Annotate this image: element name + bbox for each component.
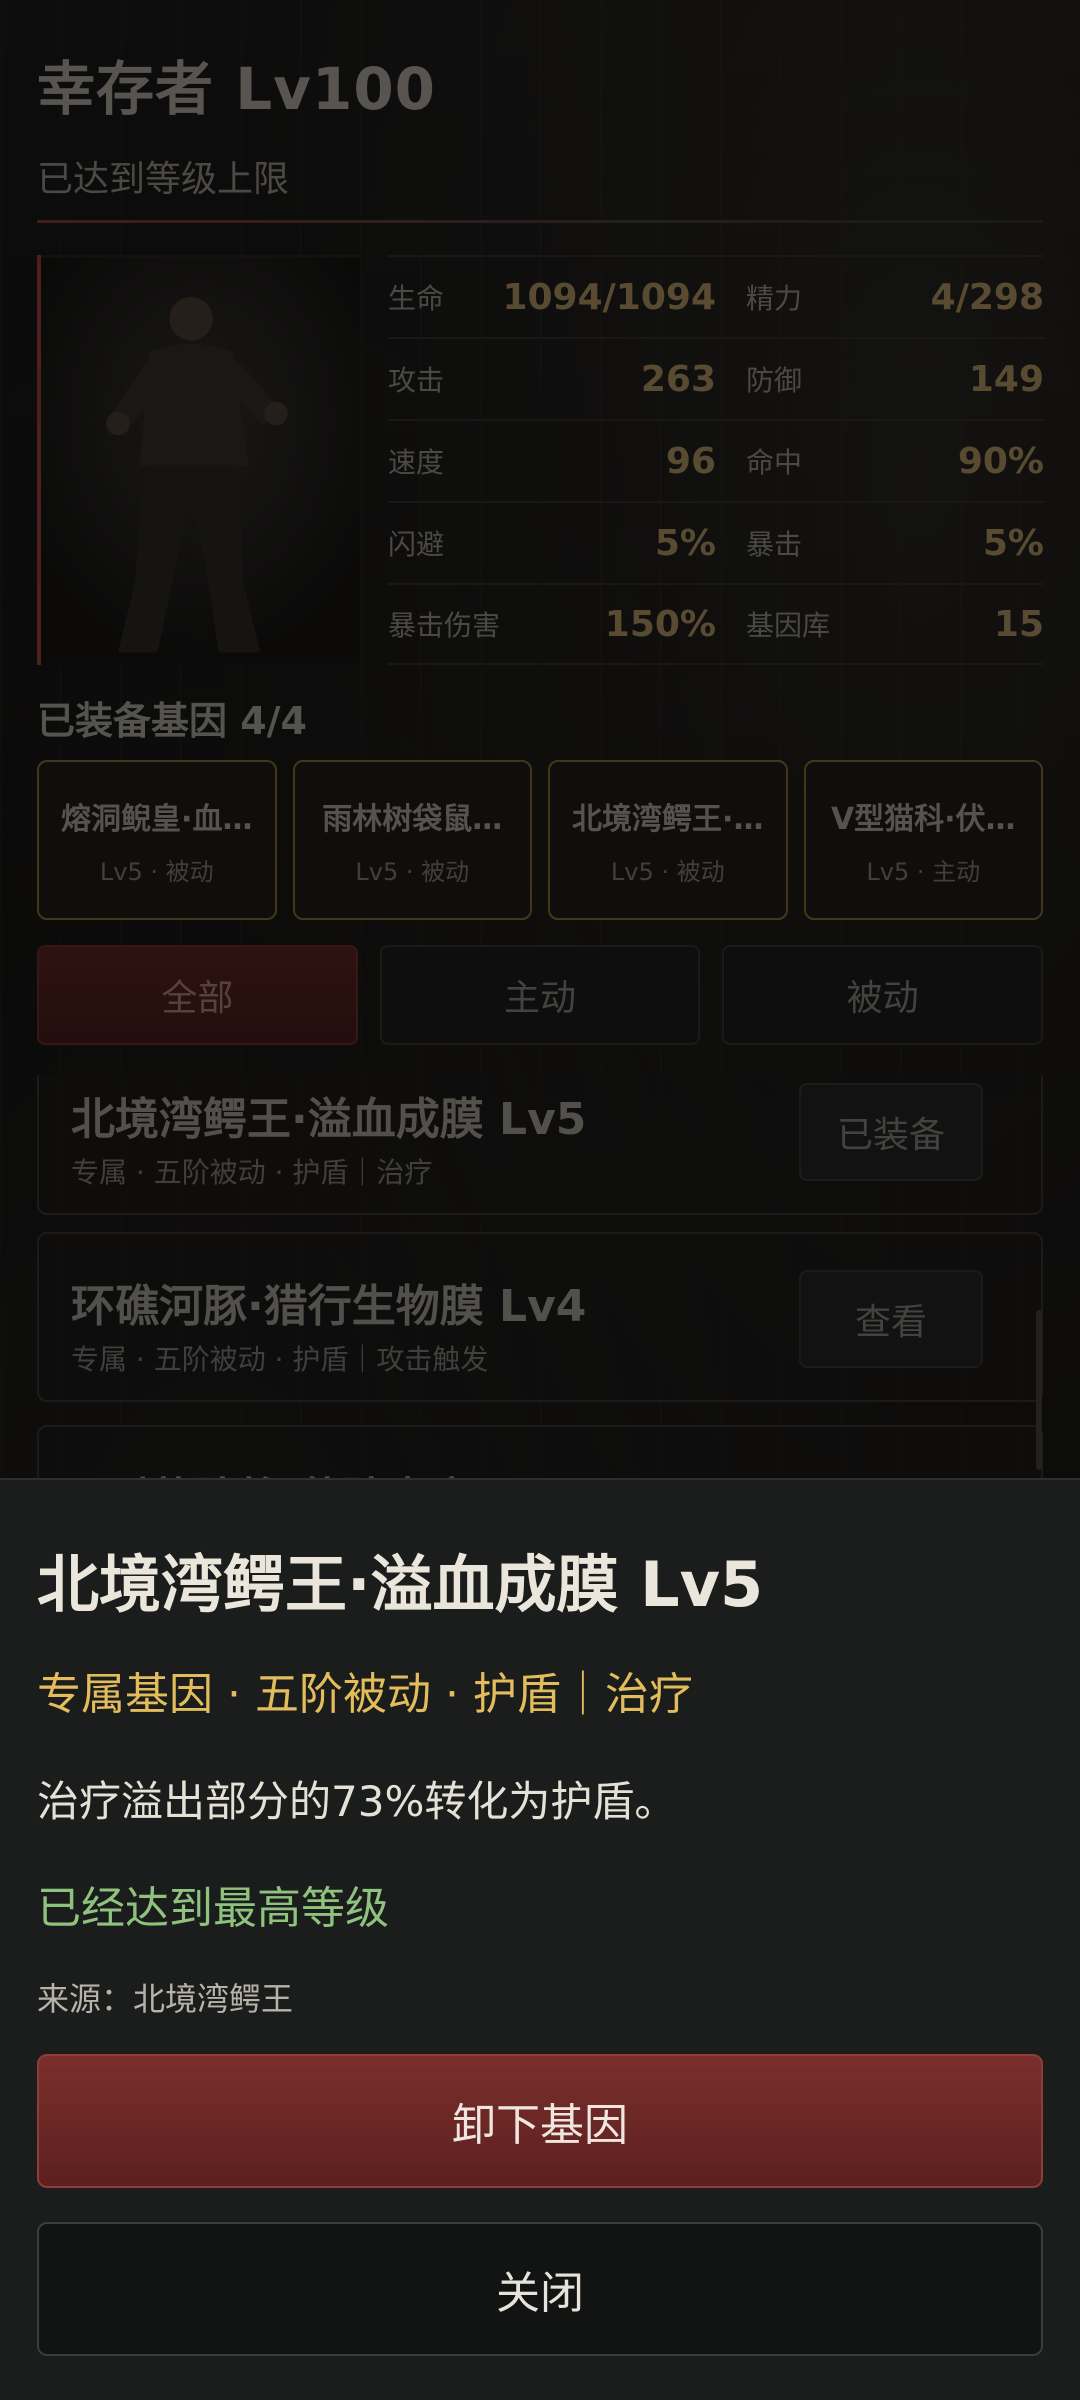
gene-source: 来源：北境湾鳄王	[37, 1980, 294, 2018]
unequip-gene-button[interactable]: 卸下基因	[37, 2054, 1043, 2188]
close-button[interactable]: 关闭	[37, 2222, 1043, 2356]
gene-detail-sheet: 北境湾鳄王·溢血成膜 Lv5 专属基因 · 五阶被动 · 护盾｜治疗 治疗溢出部…	[0, 1478, 1080, 2400]
max-level-notice: 已经达到最高等级	[37, 1883, 389, 1934]
gene-detail-description: 治疗溢出部分的73%转化为护盾。	[37, 1777, 677, 1826]
gene-detail-title: 北境湾鳄王·溢血成膜 Lv5	[37, 1548, 764, 1621]
gene-detail-tags: 专属基因 · 五阶被动 · 护盾｜治疗	[37, 1669, 693, 1720]
